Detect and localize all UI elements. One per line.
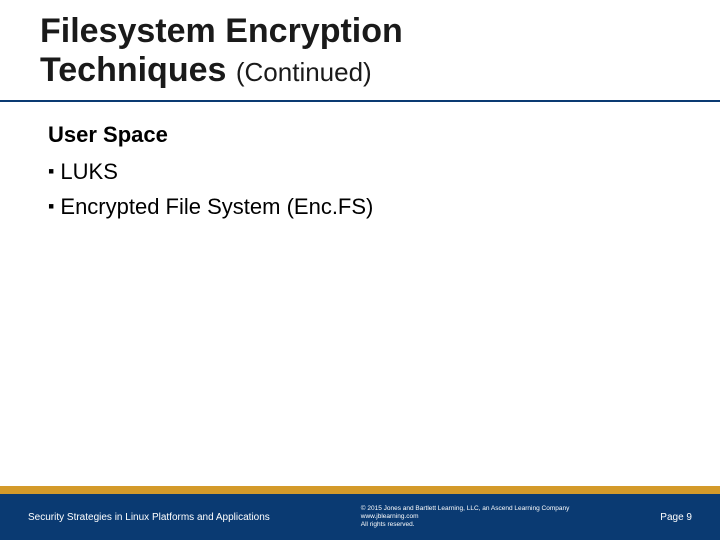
slide-title: Filesystem Encryption Techniques (Contin…: [40, 12, 680, 90]
footer-accent-bar: [0, 486, 720, 494]
copyright-line1: © 2015 Jones and Bartlett Learning, LLC,…: [361, 505, 651, 513]
copyright-line2: www.jblearning.com: [361, 513, 651, 521]
footer-course-title: Security Strategies in Linux Platforms a…: [28, 512, 351, 523]
page-number: Page 9: [660, 512, 692, 523]
content-subhead: User Space: [48, 118, 672, 151]
title-underline: [0, 100, 720, 102]
footer-bar: Security Strategies in Linux Platforms a…: [0, 494, 720, 540]
content-area: User Space ▪ LUKS ▪ Encrypted File Syste…: [48, 118, 672, 225]
bullet-text: LUKS: [60, 155, 117, 188]
copyright-line3: All rights reserved.: [361, 521, 651, 529]
bullet-icon: ▪: [48, 155, 54, 187]
slide: Filesystem Encryption Techniques (Contin…: [0, 0, 720, 540]
bullet-item: ▪ Encrypted File System (Enc.FS): [48, 190, 672, 223]
footer-copyright: © 2015 Jones and Bartlett Learning, LLC,…: [351, 505, 661, 529]
bullet-item: ▪ LUKS: [48, 155, 672, 188]
bullet-icon: ▪: [48, 190, 54, 222]
title-suffix: (Continued): [236, 57, 372, 87]
title-block: Filesystem Encryption Techniques (Contin…: [40, 12, 680, 90]
title-line2: Techniques: [40, 51, 226, 89]
title-line1: Filesystem Encryption: [40, 12, 403, 50]
bullet-text: Encrypted File System (Enc.FS): [60, 190, 373, 223]
